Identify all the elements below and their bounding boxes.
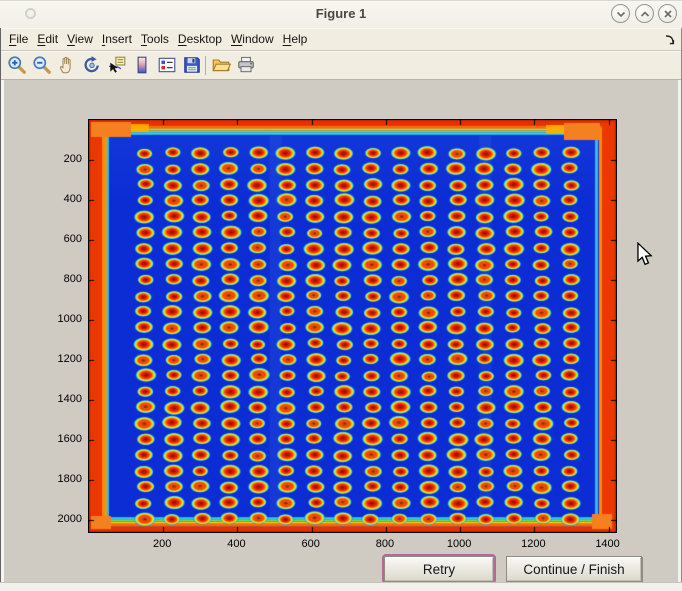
- y-tick-label: 1200: [36, 352, 82, 366]
- zoom-in-button[interactable]: [6, 54, 28, 76]
- window-border-left-highlight: [1, 80, 4, 582]
- print-icon: [236, 55, 256, 75]
- insert-colorbar-button[interactable]: [131, 54, 153, 76]
- open-folder-icon: [211, 55, 231, 75]
- menu-item-tools[interactable]: Tools: [141, 32, 169, 46]
- zoom-in-icon: [7, 55, 27, 75]
- zoom-out-button[interactable]: [31, 54, 53, 76]
- zoom-out-icon: [32, 55, 52, 75]
- menu-item-window[interactable]: Window: [231, 32, 274, 46]
- pan-hand-button[interactable]: [56, 54, 78, 76]
- menu-item-edit[interactable]: Edit: [37, 32, 58, 46]
- data-cursor-button[interactable]: [106, 54, 128, 76]
- y-tick-label: 600: [36, 232, 82, 246]
- insert-legend-icon: [157, 55, 177, 75]
- insert-legend-button[interactable]: [156, 54, 178, 76]
- minimize-button[interactable]: [611, 4, 630, 23]
- window-title: Figure 1: [0, 0, 682, 28]
- x-tick-label: 600: [289, 537, 333, 551]
- x-tick-label: 1400: [586, 537, 630, 551]
- retry-button[interactable]: Retry: [384, 556, 494, 582]
- figure-window: Figure 1 File Edit View Insert Tools Desktop W…: [0, 0, 682, 591]
- print-button[interactable]: [235, 54, 257, 76]
- x-tick-label: 400: [214, 537, 258, 551]
- chevron-down-icon: [613, 6, 629, 22]
- y-tick-label: 800: [36, 272, 82, 286]
- menu-item-insert[interactable]: Insert: [102, 32, 132, 46]
- y-tick-label: 1000: [36, 312, 82, 326]
- x-tick-label: 1200: [511, 537, 555, 551]
- open-folder-button[interactable]: [210, 54, 232, 76]
- save-button[interactable]: [181, 54, 203, 76]
- insert-colorbar-icon: [132, 55, 152, 75]
- menu-item-help[interactable]: Help: [283, 32, 308, 46]
- menu-item-view[interactable]: View: [67, 32, 93, 46]
- window-border-bottom: [0, 582, 682, 591]
- menu-bar: File Edit View Insert Tools Desktop Window Help: [0, 28, 682, 50]
- continue-finish-button[interactable]: Continue / Finish: [506, 556, 642, 582]
- pan-hand-icon: [57, 55, 77, 75]
- menu-item-file[interactable]: File: [9, 32, 28, 46]
- y-tick-label: 400: [36, 192, 82, 206]
- y-tick-label: 1400: [36, 392, 82, 406]
- rotate-3d-button[interactable]: [81, 54, 103, 76]
- rotate-3d-icon: [82, 55, 102, 75]
- save-icon: [182, 55, 202, 75]
- close-button[interactable]: [658, 4, 677, 23]
- plot-axes[interactable]: [88, 119, 617, 533]
- mouse-cursor-icon: [636, 242, 653, 272]
- x-tick-label: 200: [140, 537, 184, 551]
- maximize-button[interactable]: [635, 4, 654, 23]
- heatmap-image[interactable]: [89, 120, 616, 532]
- chevron-up-icon: [637, 6, 653, 22]
- toolbar-separator: [205, 56, 206, 75]
- y-tick-label: 200: [36, 152, 82, 166]
- x-tick-label: 1000: [437, 537, 481, 551]
- y-tick-label: 1800: [36, 472, 82, 486]
- undock-arrow-icon[interactable]: [664, 33, 676, 51]
- data-cursor-icon: [107, 55, 127, 75]
- menu-item-desktop[interactable]: Desktop: [178, 32, 222, 46]
- y-tick-label: 1600: [36, 432, 82, 446]
- x-tick-label: 800: [363, 537, 407, 551]
- y-tick-label: 2000: [36, 512, 82, 526]
- close-icon: [660, 6, 676, 22]
